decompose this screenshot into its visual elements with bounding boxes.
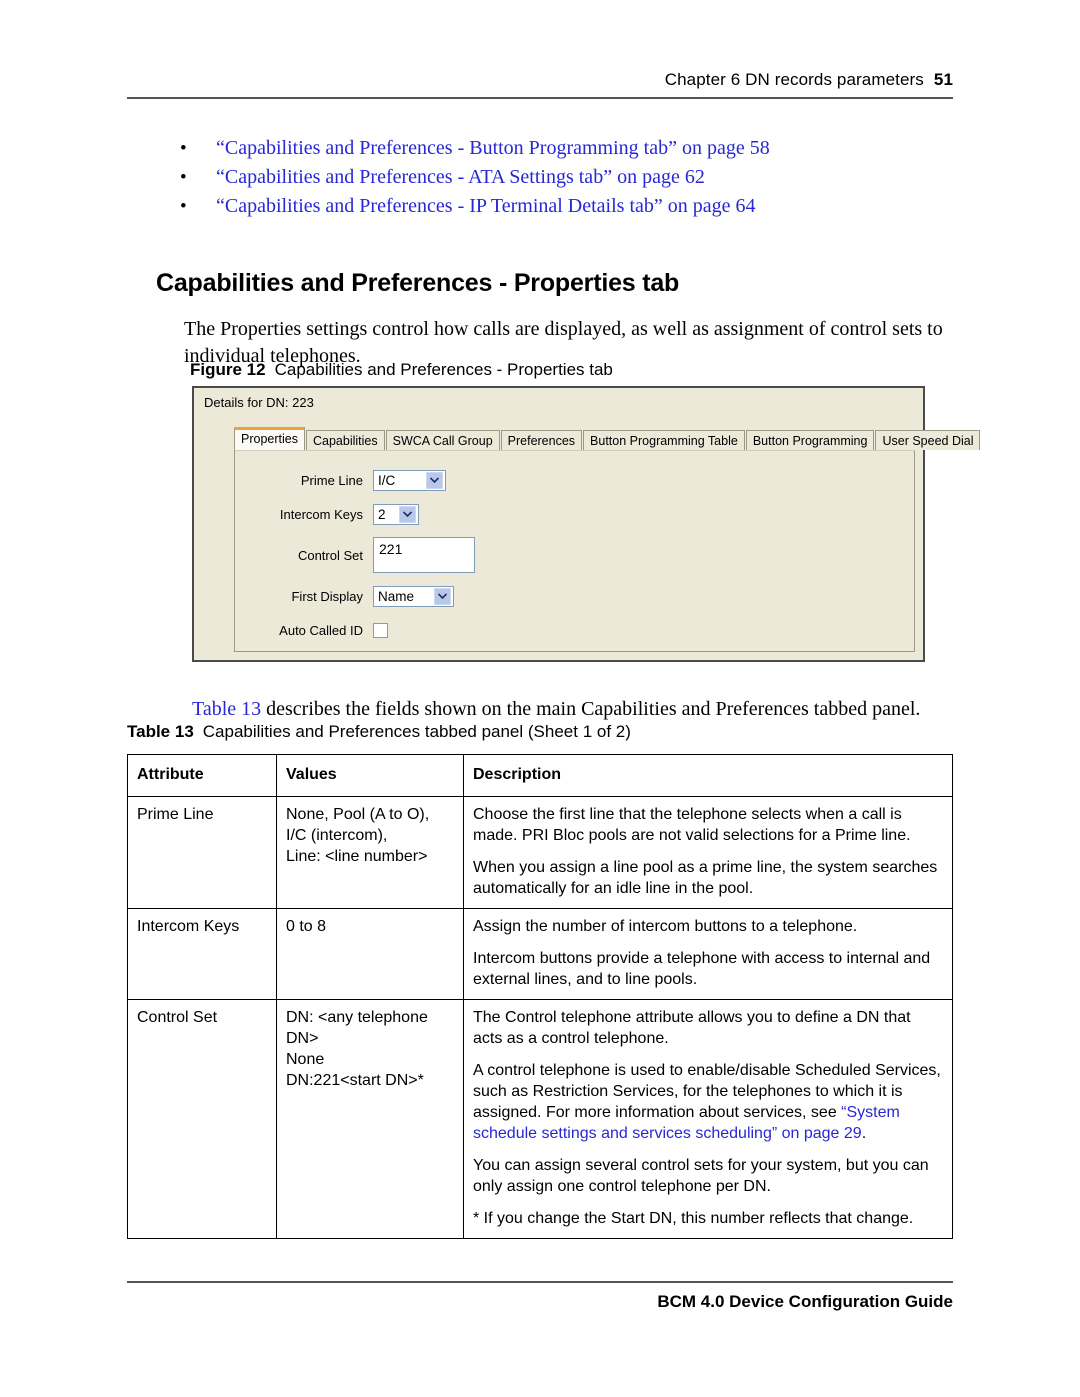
value-line: None [286, 1051, 325, 1068]
tab-strip: Properties Capabilities SWCA Call Group … [234, 427, 981, 450]
description-paragraph: * If you change the Start DN, this numbe… [473, 1210, 914, 1227]
list-item: • “Capabilities and Preferences - Button… [180, 134, 960, 163]
form-row-first-display: First Display Name [243, 579, 475, 613]
description-text-post: . [861, 1125, 867, 1142]
cell-description: The Control telephone attribute allows y… [463, 999, 953, 1239]
list-item: • “Capabilities and Preferences - IP Ter… [180, 192, 960, 221]
cell-description: Assign the number of intercom buttons to… [463, 908, 953, 1000]
header-divider [127, 97, 953, 99]
table-header-row: Attribute Values Description [127, 754, 953, 797]
value-line: None, Pool (A to O), [286, 806, 430, 823]
form-row-control-set: Control Set 221 [243, 531, 475, 579]
intercom-keys-select[interactable]: 2 [373, 503, 419, 525]
column-header-attribute: Attribute [127, 754, 277, 797]
cell-attribute: Prime Line [127, 796, 277, 909]
form-row-prime-line: Prime Line I/C [243, 463, 475, 497]
tab-user-speed-dial[interactable]: User Speed Dial [875, 430, 981, 450]
cell-values: None, Pool (A to O), I/C (intercom), Lin… [276, 796, 464, 909]
description-paragraph: You can assign several control sets for … [473, 1157, 929, 1195]
value-line: Line: <line number> [286, 848, 428, 865]
tab-panel-properties: Prime Line I/C Intercom Keys 2 Control S… [234, 450, 915, 652]
header-chapter: Chapter 6 DN records parameters [664, 70, 924, 89]
bullet-glyph: • [180, 196, 187, 217]
cross-reference-list: • “Capabilities and Preferences - Button… [180, 134, 960, 221]
cross-reference-link[interactable]: “Capabilities and Preferences - ATA Sett… [216, 163, 705, 192]
parameters-table: Attribute Values Description Prime Line … [127, 754, 953, 1239]
list-item: • “Capabilities and Preferences - ATA Se… [180, 163, 960, 192]
cell-values: 0 to 8 [276, 908, 464, 1000]
figure-caption-label: Figure 12 [190, 360, 266, 379]
column-header-description: Description [463, 754, 953, 797]
column-header-values: Values [276, 754, 464, 797]
auto-called-id-checkbox[interactable] [373, 622, 388, 638]
table-caption: Table 13 Capabilities and Preferences tab… [127, 722, 631, 742]
cross-reference-link[interactable]: “Capabilities and Preferences - Button P… [216, 134, 770, 163]
description-paragraph: The Control telephone attribute allows y… [473, 1009, 911, 1047]
table-caption-text: Capabilities and Preferences tabbed pane… [202, 722, 631, 741]
chevron-down-icon [426, 471, 443, 489]
value-line: DN: <any telephone DN> [286, 1009, 428, 1047]
cross-reference-link[interactable]: “Capabilities and Preferences - IP Termi… [216, 192, 756, 221]
cell-attribute: Control Set [127, 999, 277, 1239]
chevron-down-icon [399, 505, 416, 523]
tab-preferences[interactable]: Preferences [500, 430, 583, 450]
tab-capabilities[interactable]: Capabilities [305, 430, 385, 450]
table-intro-paragraph: Table 13 describes the fields shown on t… [192, 696, 952, 723]
intercom-keys-value: 2 [378, 506, 386, 522]
value-line: I/C (intercom), [286, 827, 388, 844]
prime-line-select[interactable]: I/C [373, 469, 446, 491]
dialog-title: Details for DN: 223 [204, 395, 314, 410]
description-paragraph-with-link: A control telephone is used to enable/di… [473, 1060, 943, 1144]
prime-line-label: Prime Line [300, 472, 363, 488]
prime-line-value: I/C [378, 472, 396, 488]
bullet-glyph: • [180, 167, 187, 188]
table-row: Intercom Keys 0 to 8 Assign the number o… [127, 908, 953, 1000]
table-intro-rest: describes the fields shown on the main C… [261, 698, 921, 720]
description-paragraph: Assign the number of intercom buttons to… [473, 918, 858, 935]
header-page-number: 51 [933, 70, 953, 89]
table-row: Control Set DN: <any telephone DN> None … [127, 999, 953, 1239]
description-paragraph: Intercom buttons provide a telephone wit… [473, 950, 931, 988]
footer-divider [127, 1281, 953, 1283]
control-set-label: Control Set [297, 547, 363, 563]
tab-button-programming-table[interactable]: Button Programming Table [583, 430, 745, 450]
bullet-glyph: • [180, 138, 187, 159]
figure-caption: Figure 12 Capabilities and Preferences - … [190, 360, 613, 380]
table-row: Prime Line None, Pool (A to O), I/C (int… [127, 796, 953, 909]
tab-properties[interactable]: Properties [234, 427, 305, 450]
first-display-value: Name [378, 588, 415, 604]
first-display-label: First Display [291, 588, 363, 604]
figure-caption-text: Capabilities and Preferences - Propertie… [274, 360, 613, 379]
intercom-keys-label: Intercom Keys [279, 506, 363, 522]
figure-screenshot-dialog: Details for DN: 223 Properties Capabilit… [192, 386, 981, 662]
form-row-auto-called-id: Auto Called ID [243, 613, 475, 647]
cell-description: Choose the first line that the telephone… [463, 796, 953, 909]
chevron-down-icon [434, 587, 451, 605]
value-line: DN:221<start DN>* [286, 1072, 424, 1089]
description-paragraph: Choose the first line that the telephone… [473, 806, 911, 844]
description-paragraph: When you assign a line pool as a prime l… [473, 859, 938, 897]
page-title: Capabilities and Preferences - Propertie… [156, 268, 680, 297]
tab-button-programming[interactable]: Button Programming [745, 430, 875, 450]
tab-swca-call-group[interactable]: SWCA Call Group [385, 430, 500, 450]
properties-form: Prime Line I/C Intercom Keys 2 Control S… [243, 463, 475, 647]
form-row-intercom-keys: Intercom Keys 2 [243, 497, 475, 531]
control-set-input[interactable]: 221 [373, 537, 475, 573]
page-header: Chapter 6 DN records parameters 51 [127, 70, 953, 90]
value-line: 0 to 8 [286, 918, 327, 935]
table-cross-reference-link[interactable]: Table 13 [192, 698, 261, 720]
cell-attribute: Intercom Keys [127, 908, 277, 1000]
cell-values: DN: <any telephone DN> None DN:221<start… [276, 999, 464, 1239]
first-display-select[interactable]: Name [373, 585, 454, 607]
auto-called-id-label: Auto Called ID [279, 622, 363, 638]
table-caption-label: Table 13 [127, 722, 194, 741]
page-footer: BCM 4.0 Device Configuration Guide [657, 1292, 953, 1311]
